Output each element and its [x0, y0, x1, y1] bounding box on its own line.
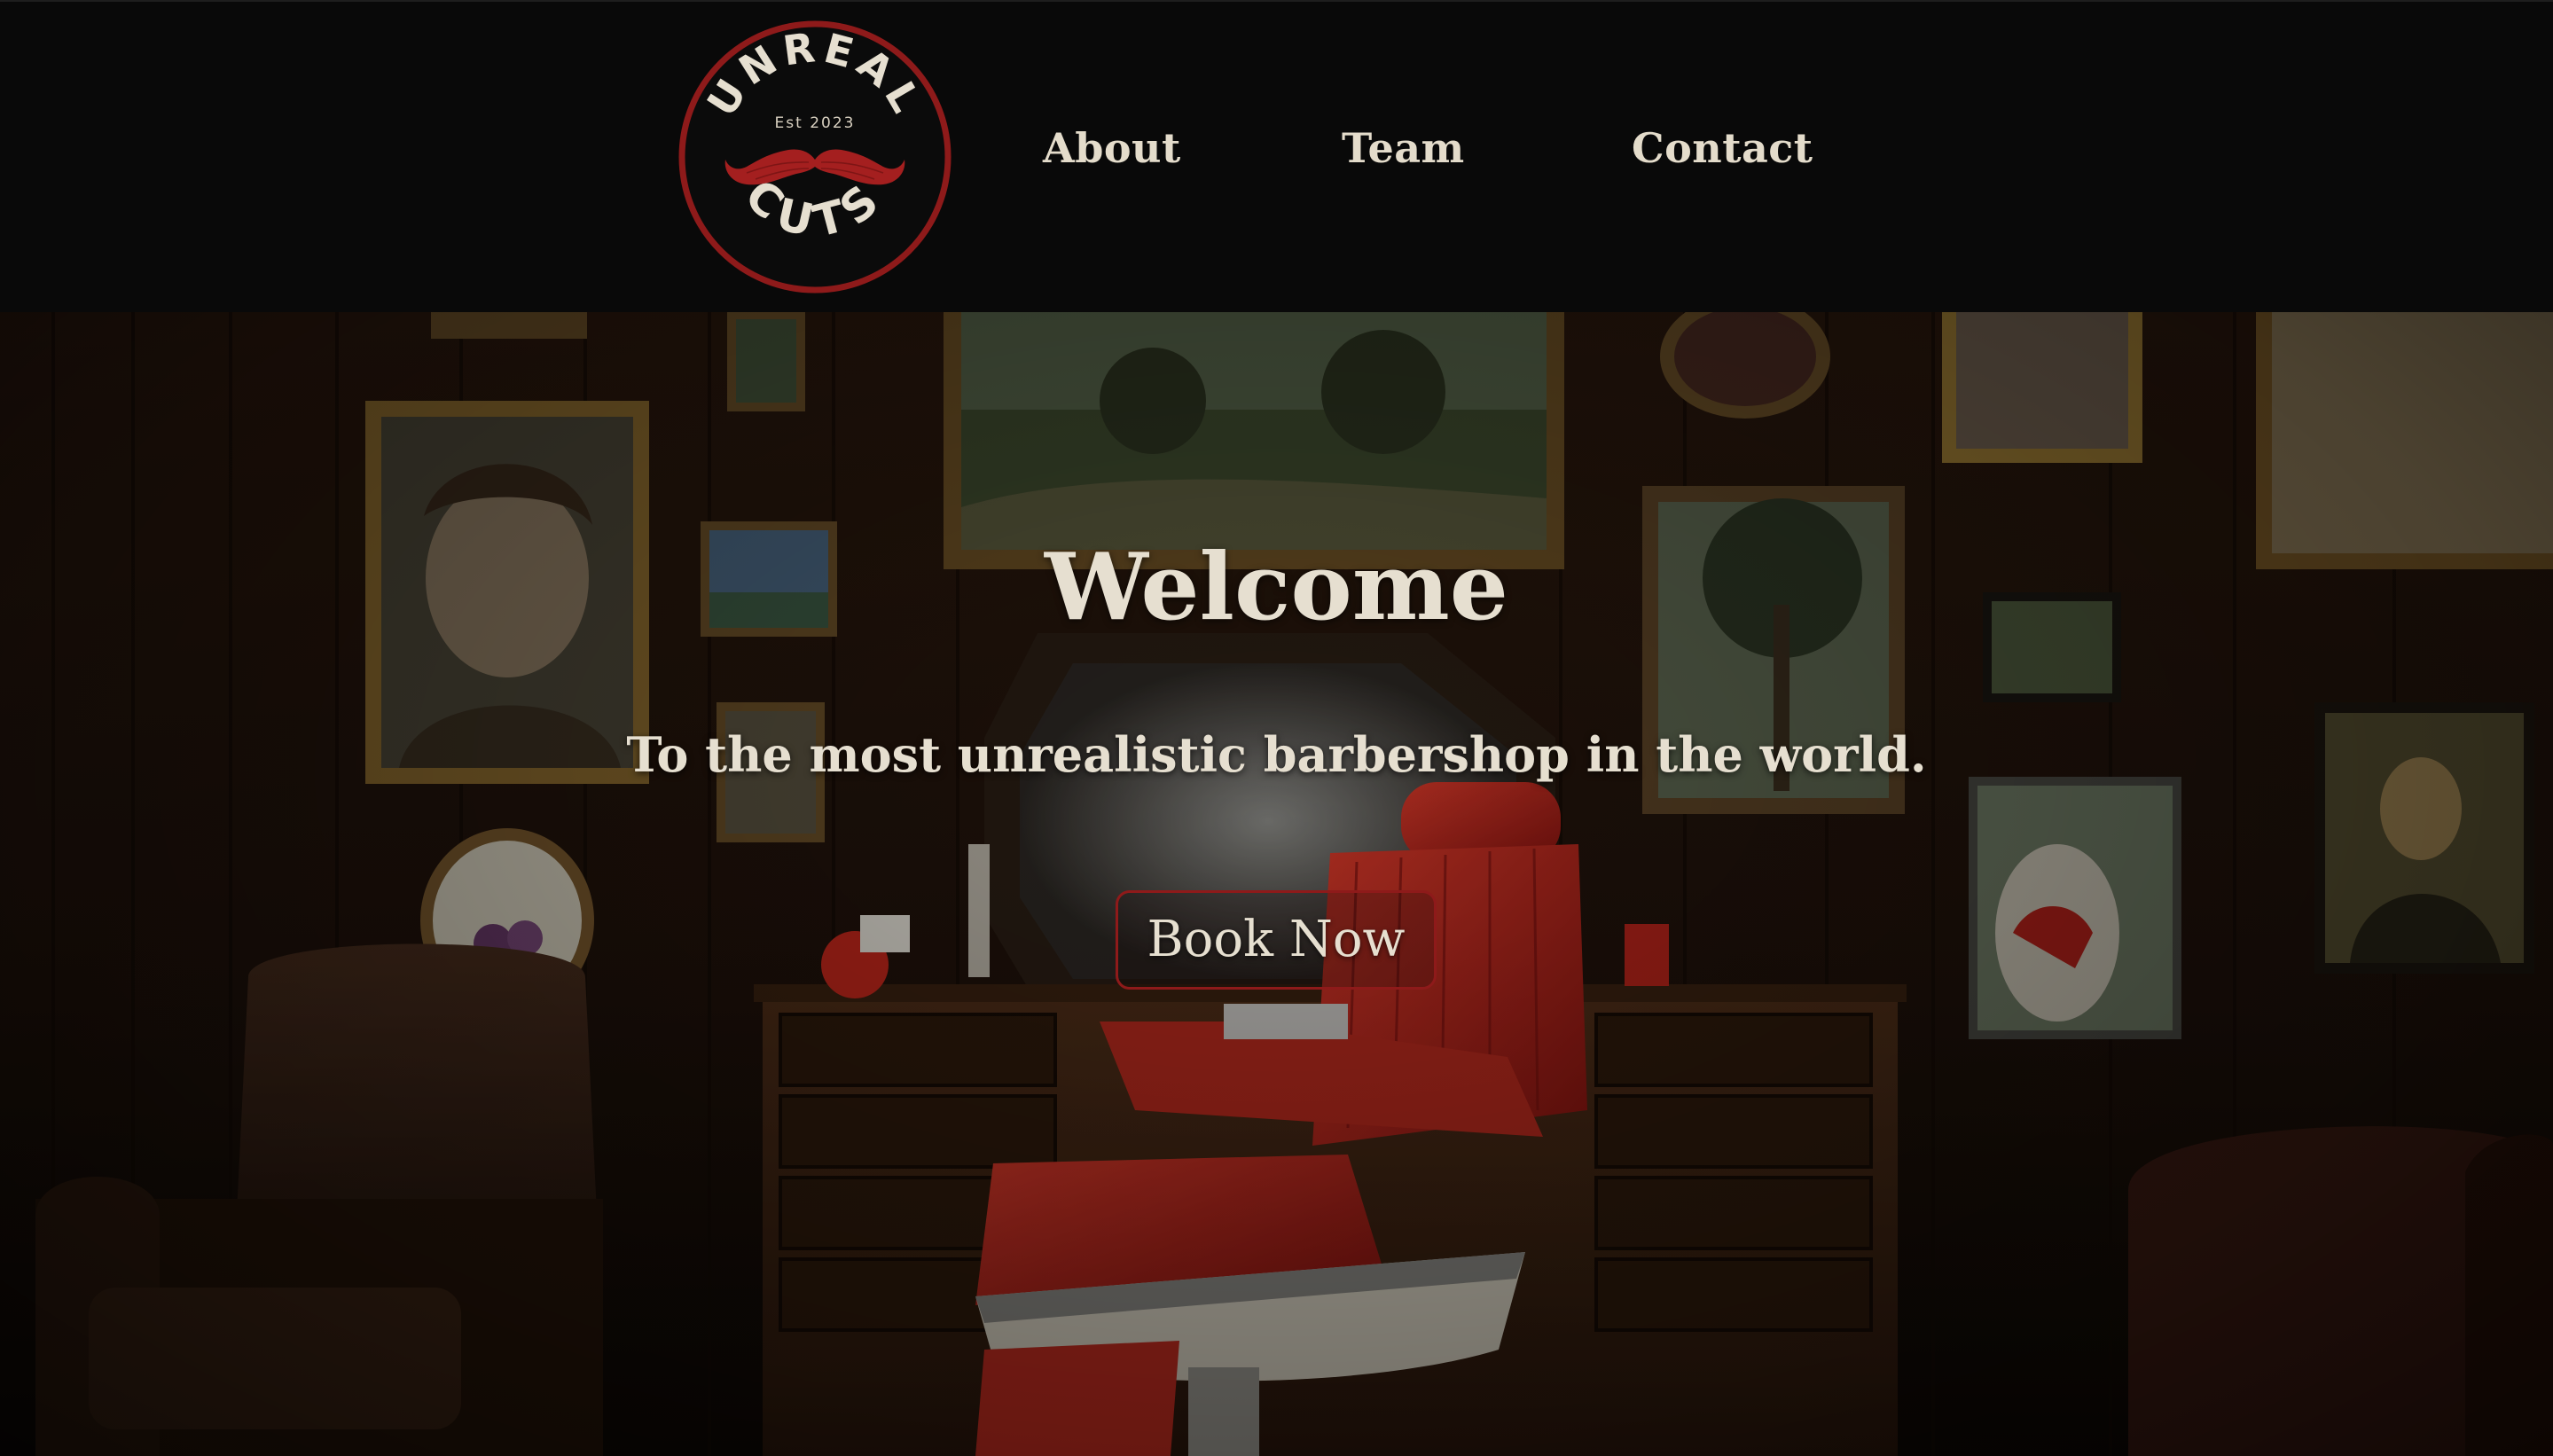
site-header: UNREAL Est 2023 CUTS About Team Contact — [0, 0, 2553, 312]
hero-subtitle: To the most unrealistic barbershop in th… — [626, 726, 1927, 783]
hero-content: Welcome To the most unrealistic barbersh… — [0, 312, 2553, 1456]
hero-section: Welcome To the most unrealistic barbersh… — [0, 312, 2553, 1456]
nav-link-about[interactable]: About — [1043, 128, 1181, 168]
nav-link-contact[interactable]: Contact — [1632, 128, 1813, 168]
hero-title: Welcome — [1045, 532, 1508, 641]
main-nav: About Team Contact — [0, 2, 2553, 314]
book-now-button[interactable]: Book Now — [1116, 890, 1437, 990]
page: UNREAL Est 2023 CUTS About Team Contact — [0, 0, 2553, 1456]
nav-link-team[interactable]: Team — [1342, 128, 1465, 168]
